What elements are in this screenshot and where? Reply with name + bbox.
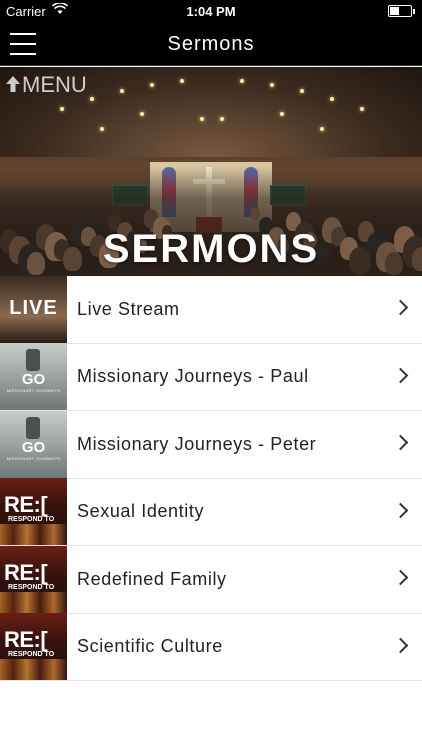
sermon-list-item[interactable]: GO MISSIONARY JOURNEYS Missionary Journeys…	[0, 343, 422, 411]
sermon-thumbnail: LIVE	[0, 275, 67, 343]
menu-label: MENU	[22, 72, 87, 97]
page-title: Sermons	[167, 33, 255, 55]
sermon-thumbnail: GO MISSIONARY JOURNEYS	[0, 343, 67, 411]
thumbnail-text: RE:[	[4, 559, 48, 585]
sermon-title: Live Stream	[77, 298, 180, 319]
battery-icon	[388, 5, 415, 17]
status-bar: Carrier 1:04 PM	[0, 0, 422, 22]
arrow-up-icon	[6, 72, 20, 98]
sermon-list-item[interactable]: RE:[RESPOND TO Scientific Culture	[0, 613, 422, 681]
sermon-thumbnail: RE:[RESPOND TO	[0, 545, 67, 613]
thumbnail-text: RE:[	[4, 627, 48, 653]
sermon-thumbnail: RE:[RESPOND TO	[0, 613, 67, 681]
sermon-title: Missionary Journeys - Peter	[77, 433, 317, 454]
sermon-title: Scientific Culture	[77, 636, 223, 657]
thumbnail-subtitle: MISSIONARY JOURNEYS	[6, 388, 61, 394]
thumbnail-subtitle: RESPOND TO	[8, 651, 55, 659]
thumbnail-text: GO	[21, 438, 46, 456]
sermon-list-item[interactable]: LIVE Live Stream	[0, 275, 422, 344]
sermon-title: Redefined Family	[77, 568, 227, 589]
sermon-list-item[interactable]: RE:[RESPOND TO Sexual Identity	[0, 478, 422, 546]
sermon-thumbnail: GO MISSIONARY JOURNEYS	[0, 410, 67, 478]
thumbnail-text: RE:[	[4, 492, 48, 518]
thumbnail-subtitle: RESPOND TO	[8, 583, 55, 591]
sermon-list: LIVE Live Stream GO MISSIONARY JOURNEYS Miss…	[0, 275, 422, 681]
nav-bar: Sermons	[0, 22, 422, 66]
thumbnail-subtitle: MISSIONARY JOURNEYS	[6, 455, 61, 461]
sermon-title: Missionary Journeys - Paul	[77, 366, 309, 387]
menu-back-button[interactable]: MENU	[6, 72, 87, 98]
sermons-banner-image: SERMONS	[0, 67, 422, 276]
status-time: 1:04 PM	[186, 4, 236, 19]
thumbnail-text: LIVE	[9, 296, 58, 319]
sermon-list-item[interactable]: RE:[RESPOND TO Redefined Family	[0, 545, 422, 614]
thumbnail-text: GO	[21, 371, 46, 389]
sermon-list-item[interactable]: GO MISSIONARY JOURNEYS Missionary Journeys…	[0, 410, 422, 479]
banner-title: SERMONS	[102, 227, 320, 271]
sermon-title: Sexual Identity	[77, 501, 205, 522]
thumbnail-subtitle: RESPOND TO	[8, 516, 55, 524]
sermon-thumbnail: RE:[RESPOND TO	[0, 478, 67, 546]
